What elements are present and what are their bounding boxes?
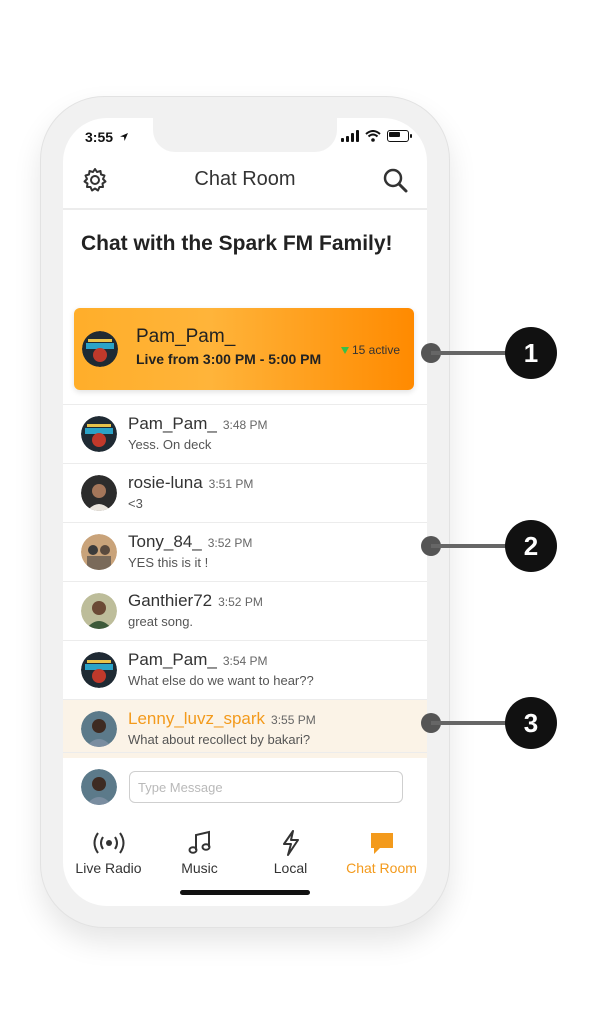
message-composer bbox=[63, 752, 427, 821]
callout-line-2 bbox=[431, 544, 511, 548]
location-arrow-icon bbox=[119, 133, 128, 141]
host-name: Pam_Pam_ bbox=[136, 326, 236, 347]
lightning-icon bbox=[282, 830, 299, 856]
dj-avatar bbox=[81, 652, 117, 688]
man-avatar bbox=[81, 593, 117, 629]
header: Chat Room bbox=[63, 158, 427, 210]
woman-avatar bbox=[81, 475, 117, 511]
host-avatar bbox=[82, 331, 118, 367]
nav-music[interactable]: Music bbox=[154, 824, 245, 886]
message-username: Pam_Pam_ 3:48 PM bbox=[128, 414, 268, 433]
message-text: What else do we want to hear?? bbox=[128, 673, 314, 688]
user-avatar bbox=[81, 711, 117, 747]
music-note-icon bbox=[188, 830, 210, 854]
message-username: Tony_84_ 3:52 PM bbox=[128, 532, 253, 551]
message-time: 3:55 PM bbox=[271, 713, 316, 727]
message-text: great song. bbox=[128, 614, 194, 629]
callout-line-3 bbox=[431, 721, 511, 725]
home-indicator bbox=[180, 890, 310, 895]
status-icons bbox=[341, 130, 412, 142]
active-count: 15 active bbox=[340, 343, 400, 357]
message-username: Pam_Pam_ 3:54 PM bbox=[128, 650, 268, 669]
nav-chat-room[interactable]: Chat Room bbox=[336, 824, 427, 886]
active-indicator-icon bbox=[340, 347, 349, 355]
message-list: Pam_Pam_ 3:48 PM Yess. On deck rosie-luna… bbox=[63, 404, 427, 758]
couple-avatar bbox=[81, 534, 117, 570]
notch bbox=[153, 118, 337, 152]
broadcast-icon bbox=[93, 832, 124, 854]
message-username: rosie-luna 3:51 PM bbox=[128, 473, 254, 492]
nav-local[interactable]: Local bbox=[245, 824, 336, 886]
message-row[interactable]: Pam_Pam_ 3:48 PM Yess. On deck bbox=[63, 404, 427, 463]
callout-badge-1: 1 bbox=[505, 327, 557, 379]
search-icon[interactable] bbox=[381, 166, 409, 194]
active-count-text: 15 active bbox=[351, 343, 400, 357]
nav-label: Music bbox=[181, 860, 218, 876]
chat-bubble-icon bbox=[370, 833, 393, 854]
message-row[interactable]: Tony_84_ 3:52 PM YES this is it ! bbox=[63, 522, 427, 581]
callout-badge-2: 2 bbox=[505, 520, 557, 572]
header-title: Chat Room bbox=[194, 168, 296, 190]
signal-icon bbox=[341, 130, 359, 142]
dj-avatar bbox=[81, 416, 117, 452]
nav-label: Chat Room bbox=[346, 860, 417, 876]
nav-live-radio[interactable]: Live Radio bbox=[63, 824, 154, 886]
message-text: YES this is it ! bbox=[128, 555, 209, 570]
message-username: Ganthier72 3:52 PM bbox=[128, 591, 263, 610]
battery-icon bbox=[387, 130, 412, 142]
message-time: 3:52 PM bbox=[218, 595, 263, 609]
host-schedule: Live from 3:00 PM - 5:00 PM bbox=[136, 351, 322, 367]
message-text: What about recollect by bakari? bbox=[128, 732, 311, 747]
host-banner[interactable]: Pam_Pam_ Live from 3:00 PM - 5:00 PM 15 … bbox=[74, 308, 414, 390]
message-row-own[interactable]: Lenny_luvz_spark 3:55 PM What about recol… bbox=[63, 699, 427, 758]
message-text: <3 bbox=[128, 496, 143, 511]
composer-avatar bbox=[81, 769, 117, 805]
page-heading: Chat with the Spark FM Family! bbox=[81, 232, 393, 255]
callout-badge-3: 3 bbox=[505, 697, 557, 749]
nav-label: Live Radio bbox=[75, 860, 142, 876]
message-username: Lenny_luvz_spark 3:55 PM bbox=[128, 709, 316, 728]
message-time: 3:54 PM bbox=[222, 654, 268, 668]
status-time-text: 3:55 bbox=[85, 129, 114, 145]
message-input[interactable] bbox=[129, 771, 403, 803]
message-row[interactable]: Ganthier72 3:52 PM great song. bbox=[63, 581, 427, 640]
message-row[interactable]: rosie-luna 3:51 PM <3 bbox=[63, 463, 427, 522]
message-row[interactable]: Pam_Pam_ 3:54 PM What else do we want to … bbox=[63, 640, 427, 699]
nav-label: Local bbox=[273, 860, 308, 876]
message-time: 3:51 PM bbox=[208, 477, 254, 491]
message-text: Yess. On deck bbox=[128, 437, 212, 452]
bottom-nav: Live Radio Music Local Chat Room bbox=[63, 824, 427, 886]
phone-screen: 3:55 Chat Room Chat with the Spark FM Fa… bbox=[63, 118, 427, 906]
callout-line-1 bbox=[431, 351, 511, 355]
message-time: 3:52 PM bbox=[207, 536, 253, 550]
message-time: 3:48 PM bbox=[222, 418, 268, 432]
status-time: 3:55 bbox=[85, 129, 129, 145]
wifi-icon bbox=[365, 130, 381, 142]
